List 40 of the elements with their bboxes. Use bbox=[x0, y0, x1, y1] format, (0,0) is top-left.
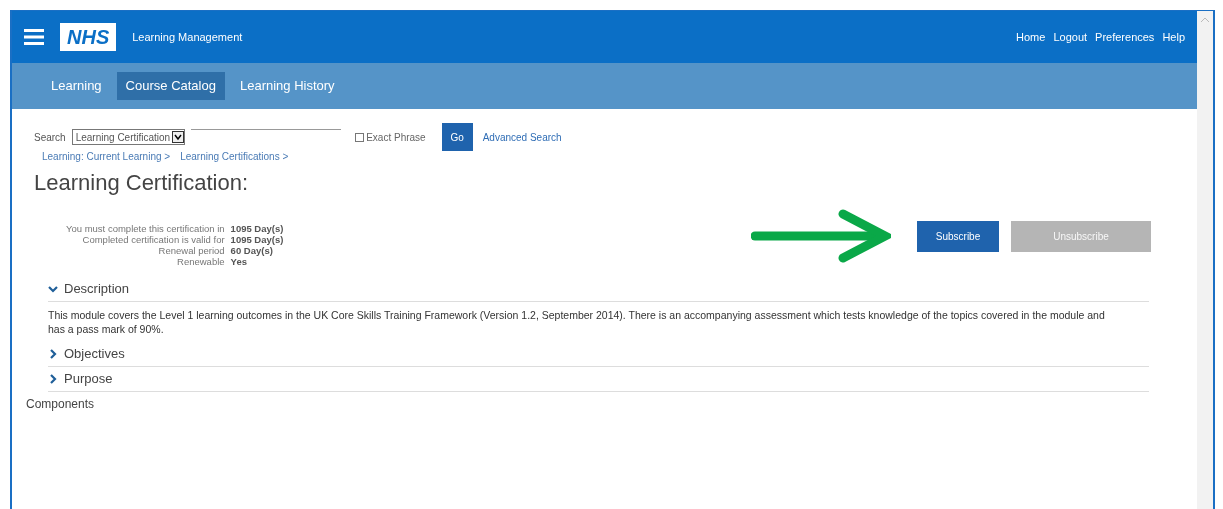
app-title: Learning Management bbox=[132, 29, 243, 45]
detail-label: Completed certification is valid for bbox=[81, 234, 225, 245]
checkbox-label: Exact Phrase bbox=[366, 130, 426, 145]
nav-tab[interactable]: Learning History bbox=[230, 72, 344, 100]
scroll-up-icon[interactable] bbox=[1200, 17, 1210, 23]
chevron-down-icon bbox=[48, 284, 58, 294]
header-link[interactable]: Home bbox=[1016, 28, 1046, 46]
section-toggle[interactable]: Objectives bbox=[48, 342, 1149, 367]
description-text: This module covers the Level 1 learning outcomes in the UK Core Skills Training Framework (Version 1.2, September 2014). There is an accompanying assessment which tests knowledge of the topics covered in the module and has a pass mark of 90%. bbox=[48, 308, 1106, 337]
section-toggle[interactable]: Purpose bbox=[48, 367, 1149, 392]
nav-tab[interactable]: Course Catalog bbox=[116, 72, 225, 100]
scrollbar[interactable] bbox=[1197, 11, 1213, 509]
go-button[interactable]: Go bbox=[441, 123, 473, 151]
chevron-right-icon bbox=[48, 349, 58, 359]
detail-label: Renewal period bbox=[157, 245, 225, 256]
header-link[interactable]: Help bbox=[1162, 28, 1185, 46]
arrow-icon bbox=[751, 208, 891, 264]
checkbox[interactable] bbox=[355, 132, 365, 142]
header-link[interactable]: Logout bbox=[1053, 28, 1088, 46]
breadcrumb-link[interactable]: Learning: Current Learning > bbox=[42, 149, 171, 164]
breadcrumb-link[interactable]: Learning Certifications > bbox=[180, 149, 289, 164]
chevron-right-icon bbox=[48, 374, 58, 384]
search-label: Search bbox=[34, 130, 66, 145]
logo: NHS bbox=[60, 23, 117, 51]
nav-tab[interactable]: Learning bbox=[42, 72, 111, 100]
page-title: Learning Certification: bbox=[34, 169, 249, 197]
detail-label: Renewable bbox=[176, 256, 225, 267]
detail-value: 1095 Day(s) bbox=[230, 234, 284, 245]
dropdown-icon bbox=[172, 131, 185, 143]
detail-value: 1095 Day(s) bbox=[230, 223, 284, 234]
advanced-search-link[interactable]: Advanced Search bbox=[482, 129, 562, 145]
components-heading: Components bbox=[26, 396, 96, 413]
menu-icon[interactable] bbox=[24, 29, 44, 45]
detail-value: 60 Day(s) bbox=[230, 245, 274, 256]
detail-label: You must complete this certification in bbox=[66, 223, 225, 234]
section-toggle[interactable]: Description bbox=[48, 277, 1149, 302]
header-link[interactable]: Preferences bbox=[1095, 28, 1155, 46]
scope-select[interactable]: Learning Certification bbox=[71, 129, 186, 145]
detail-value: Yes bbox=[230, 256, 248, 267]
subscribe-button[interactable]: Subscribe bbox=[917, 220, 999, 252]
